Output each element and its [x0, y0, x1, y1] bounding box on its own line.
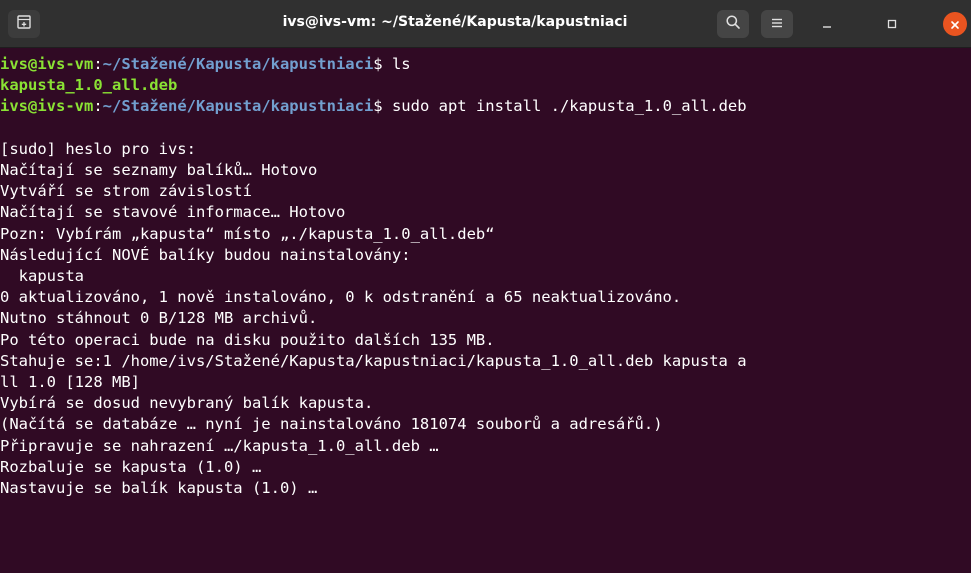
output-line: Stahuje se:1 /home/ivs/Stažené/Kapusta/k… [0, 351, 747, 370]
output-line: kapusta [0, 267, 84, 286]
prompt-user: ivs@ivs-vm [0, 55, 94, 73]
search-icon [725, 14, 741, 34]
window-title: ivs@ivs-vm: ~/Stažené/Kapusta/kapustniac… [282, 14, 628, 30]
output-line: Následující NOVÉ balíky budou nainstalov… [0, 245, 411, 264]
hamburger-menu-icon [770, 15, 784, 34]
maximize-icon [886, 15, 898, 34]
output-line: Nutno stáhnout 0 B/128 MB archivů. [0, 309, 318, 328]
maximize-button[interactable] [880, 12, 904, 36]
output-line: 0 aktualizováno, 1 nově instalováno, 0 k… [0, 288, 682, 307]
prompt-symbol: $ [373, 55, 392, 73]
prompt-line: ivs@ivs-vm:~/Stažené/Kapusta/kapustniaci… [0, 54, 971, 75]
prompt-path: ~/Stažené/Kapusta/kapustniaci [102, 55, 374, 73]
output-line: Připravuje se nahrazení …/kapusta_1.0_al… [0, 436, 439, 455]
output-line: Načítají se seznamy balíků… Hotovo [0, 161, 318, 180]
prompt-line: ivs@ivs-vm:~/Stažené/Kapusta/kapustniaci… [0, 96, 971, 117]
output-line: Načítají se stavové informace… Hotovo [0, 203, 346, 222]
output-line: Rozbaluje se kapusta (1.0) … [0, 457, 262, 476]
terminal-area[interactable]: ivs@ivs-vm:~/Stažené/Kapusta/kapustniaci… [0, 48, 971, 573]
output-line: Pozn: Vybírám „kapusta“ místo „./kapusta… [0, 224, 495, 243]
command-text: sudo apt install ./kapusta_1.0_all.deb [391, 97, 747, 116]
close-icon [950, 15, 960, 34]
prompt-user: ivs@ivs-vm [0, 97, 94, 116]
terminal-window: ivs@ivs-vm: ~/Stažené/Kapusta/kapustniac… [0, 0, 971, 573]
output-line: ll 1.0 [128 MB] [0, 373, 140, 392]
prompt-colon: : [93, 55, 103, 73]
terminal-output: ivs@ivs-vm:~/Stažené/Kapusta/kapustniaci… [0, 48, 971, 499]
output-line: Vytváří se strom závislostí [0, 182, 252, 201]
output-line: Vybírá se dosud nevybraný balík kapusta. [0, 394, 374, 413]
minimize-button[interactable] [815, 12, 839, 36]
output-line: Nastavuje se balík kapusta (1.0) … [0, 479, 318, 498]
prompt-path: ~/Stažené/Kapusta/kapustniaci [102, 97, 374, 116]
close-button[interactable] [943, 12, 967, 36]
blank-line: ​ [0, 118, 971, 139]
output-line: (Načítá se databáze … nyní je nainstalov… [0, 415, 663, 434]
new-tab-button[interactable] [8, 10, 40, 38]
title-bar[interactable]: ivs@ivs-vm: ~/Stažené/Kapusta/kapustniac… [0, 0, 971, 48]
output-line: [sudo] heslo pro ivs: [0, 139, 196, 158]
apt-output: [sudo] heslo pro ivs: Načítají se seznamy… [0, 139, 971, 499]
new-tab-icon [16, 14, 32, 34]
minimize-icon [821, 15, 833, 34]
output-line: Po této operaci bude na disku použito da… [0, 330, 495, 349]
menu-button[interactable] [761, 10, 793, 38]
search-button[interactable] [717, 10, 749, 38]
prompt-symbol: $ [373, 97, 392, 116]
prompt-colon: : [93, 97, 103, 116]
command-text: ls [391, 55, 411, 73]
ls-output-file: kapusta_1.0_all.deb [0, 76, 178, 95]
